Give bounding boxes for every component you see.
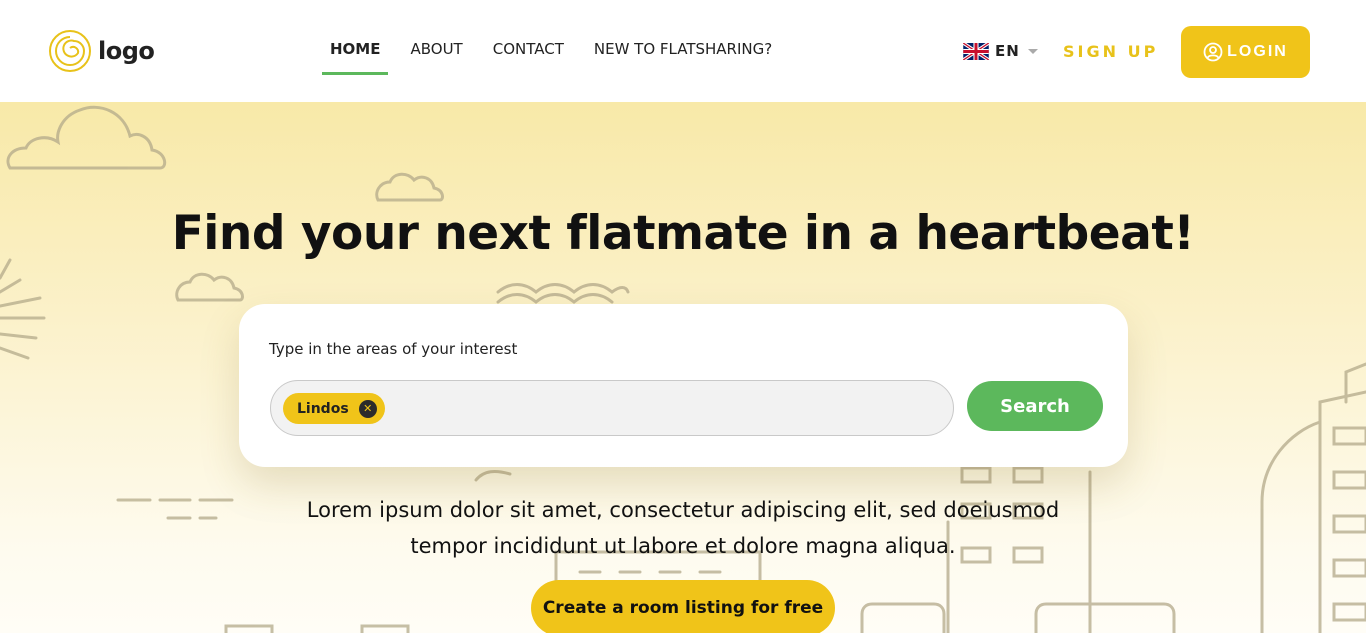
login-button[interactable]: LOGIN [1181,26,1310,78]
search-card: Type in the areas of your interest Lindo… [239,304,1128,467]
logo-spiral-icon [49,30,91,72]
nav-about[interactable]: ABOUT [402,38,470,75]
area-tag: Lindos ✕ [283,393,385,424]
user-circle-icon [1203,42,1223,62]
close-icon[interactable]: ✕ [358,399,377,418]
logo-text: logo [98,37,155,65]
logo[interactable]: logo [48,28,155,74]
hero-description: Lorem ipsum dolor sit amet, consectetur … [306,498,1060,558]
hero-headline: Find your next flatmate in a heartbeat! [171,206,1195,261]
main-nav: HOME ABOUT CONTACT NEW TO FLATSHARING? [322,38,794,75]
nav-home[interactable]: HOME [322,38,389,75]
login-label: LOGIN [1227,43,1288,60]
nav-new-to-flatsharing[interactable]: NEW TO FLATSHARING? [586,38,780,75]
search-label: Type in the areas of your interest [269,340,518,358]
area-tag-input[interactable]: Lindos ✕ [270,380,954,436]
language-selector[interactable]: EN [963,42,1038,60]
site-header: logo HOME ABOUT CONTACT NEW TO FLATSHARI… [0,0,1366,102]
hero-section: Find your next flatmate in a heartbeat! … [0,102,1366,633]
chevron-down-icon [1027,48,1038,54]
area-tag-label: Lindos [297,400,349,417]
create-listing-button[interactable]: Create a room listing for free [531,580,835,633]
search-button[interactable]: Search [967,381,1103,431]
uk-flag-icon [963,42,989,60]
signup-link[interactable]: SIGN UP [1063,42,1158,61]
language-label: EN [995,42,1020,60]
area-text-field[interactable] [381,395,921,423]
nav-contact[interactable]: CONTACT [485,38,572,75]
